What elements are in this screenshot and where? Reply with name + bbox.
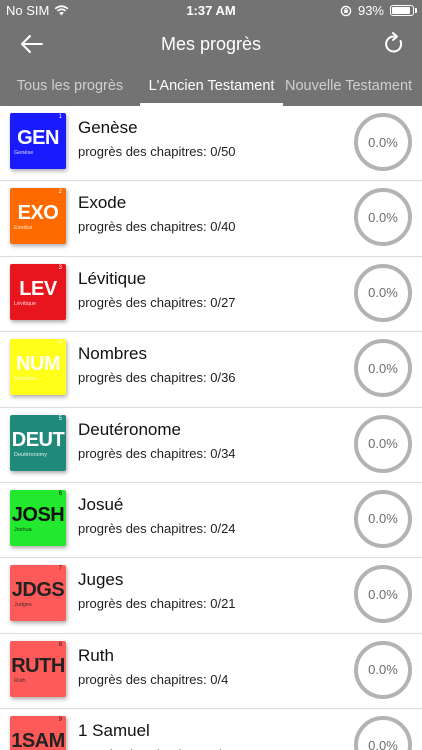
book-abbreviation: EXO: [17, 202, 59, 225]
book-title: Deutéronome: [78, 419, 182, 439]
chapter-progress-label: progrès des chapitres: 0/40: [78, 219, 236, 235]
book-abbreviation: NUM: [15, 353, 61, 376]
progress-circle: 0.0%: [354, 565, 412, 624]
tab-label: Nouvelle Testament: [285, 78, 413, 94]
progress-circle: 0.0%: [354, 263, 412, 322]
progress-circle: 0.0%: [354, 113, 412, 171]
book-row[interactable]: 91SAM1 Samuel1 Samuelprogrès des chapitr…: [0, 709, 422, 750]
chapter-progress-label: progrès des chapitres: 0/24: [78, 520, 236, 536]
book-caption: Nombres: [14, 376, 37, 383]
book-title: Exode: [78, 193, 127, 213]
book-row[interactable]: 8 RUTH Ruth Ruth progrès des chapitres: 0/4 0…: [0, 634, 422, 710]
progress-circle: 0.0%: [354, 489, 412, 548]
battery-percent: 93%: [357, 3, 384, 18]
tab-all-progress[interactable]: Tous les progrès: [0, 66, 140, 106]
book-caption: Lévitique: [14, 300, 37, 307]
page-title: Mes progrès: [160, 34, 262, 54]
book-abbreviation: JOSH: [11, 503, 65, 526]
tab-old-testament[interactable]: L'Ancien Testament: [140, 66, 283, 106]
book-number: 7: [58, 566, 62, 573]
testament-tabs: Tous les progrès L'Ancien Testament Nouv…: [0, 66, 422, 106]
progress-percent: 0.0%: [368, 134, 398, 150]
book-abbreviation: LEV: [19, 277, 57, 300]
progress-percent: 0.0%: [368, 436, 398, 452]
book-cover-icon: 6 JOSH Joshua: [10, 489, 66, 546]
book-abbreviation: DEUT: [11, 428, 65, 451]
book-abbreviation: 1SAM: [11, 730, 65, 750]
status-right: 93%: [340, 3, 417, 18]
book-cover-icon: 2 EXO Exodus: [10, 188, 66, 245]
book-title: Ruth: [78, 645, 114, 665]
book-number: 1: [58, 114, 62, 120]
book-row[interactable]: 1 GEN Genèse Genèse progrès des chapitres: 0…: [0, 106, 422, 182]
status-bar: No SIM 1:37 AM 93%: [0, 0, 422, 22]
book-progress-list[interactable]: 1 GEN Genèse Genèse progrès des chapitres: 0…: [0, 106, 422, 750]
book-abbreviation: JDGS: [11, 579, 65, 602]
chapter-progress-label: progrès des chapitres: 0/34: [78, 445, 236, 461]
progress-percent: 0.0%: [368, 511, 398, 527]
book-abbreviation: RUTH: [11, 654, 65, 677]
book-cover-icon: 7 JDGS Judges: [10, 565, 66, 622]
progress-circle: 0.0%: [354, 716, 412, 750]
book-title: Juges: [78, 570, 124, 590]
progress-percent: 0.0%: [368, 586, 398, 602]
chapter-progress-label: progrès des chapitres: 0/4: [78, 671, 229, 687]
book-number: 9: [58, 717, 62, 724]
book-row[interactable]: 3 LEV Lévitique Lévitique progrès des chapit…: [0, 257, 422, 333]
progress-circle: 0.0%: [354, 188, 412, 247]
tab-label: L'Ancien Testament: [148, 78, 275, 94]
book-cover-icon: 5 DEUT Deutéronomy: [10, 414, 66, 471]
book-abbreviation: GEN: [17, 127, 59, 149]
book-number: 8: [58, 641, 62, 648]
progress-percent: 0.0%: [368, 209, 398, 225]
book-caption: Joshua: [14, 526, 32, 533]
book-row[interactable]: 5 DEUT Deutéronomy Deutéronome progrès des c…: [0, 408, 422, 483]
chapter-progress-label: progrès des chapitres: 0/50: [78, 144, 236, 159]
navigation-bar: Mes progrès: [0, 22, 422, 66]
book-cover-icon: 3 LEV Lévitique: [10, 263, 66, 320]
tab-new-testament[interactable]: Nouvelle Testament: [283, 66, 422, 106]
book-row[interactable]: 6 JOSH Joshua Josué progrès des chapitres: 0…: [0, 483, 422, 559]
book-title: Nombres: [78, 344, 147, 364]
book-row[interactable]: 7 JDGS Judges Juges progrès des chapitres: 0…: [0, 558, 422, 634]
book-caption: Judges: [14, 602, 32, 609]
tab-label: Tous les progrès: [16, 78, 124, 94]
progress-percent: 0.0%: [368, 737, 398, 750]
book-cover-icon: 1 GEN Genèse: [10, 113, 66, 169]
book-number: 3: [58, 264, 62, 271]
book-title: Genèse: [78, 118, 138, 137]
book-caption: Exodus: [14, 225, 33, 232]
orientation-lock-icon: [340, 5, 352, 16]
book-caption: Deutéronomy: [14, 451, 48, 458]
refresh-icon[interactable]: [380, 30, 408, 58]
chapter-progress-label: progrès des chapitres: 0/21: [78, 596, 236, 612]
book-number: 6: [58, 490, 62, 497]
book-cover-icon: 91SAM1 Samuel: [10, 716, 66, 750]
book-row[interactable]: 4 NUM Nombres Nombres progrès des chapitres:…: [0, 332, 422, 408]
progress-circle: 0.0%: [354, 414, 412, 473]
chapter-progress-label: progrès des chapitres: 0/36: [78, 370, 236, 386]
battery-icon: [390, 5, 417, 16]
book-title: 1 Samuel: [78, 721, 150, 741]
book-number: 2: [58, 189, 62, 196]
book-number: 4: [58, 340, 62, 347]
progress-circle: 0.0%: [354, 339, 412, 398]
book-title: Josué: [78, 494, 124, 514]
book-number: 5: [58, 415, 62, 422]
book-caption: Ruth: [14, 677, 26, 684]
chapter-progress-label: progrès des chapitres: 0/27: [78, 294, 236, 310]
progress-percent: 0.0%: [368, 662, 398, 678]
book-cover-icon: 4 NUM Nombres: [10, 339, 66, 396]
book-row[interactable]: 2 EXO Exodus Exode progrès des chapitres: 0/…: [0, 181, 422, 257]
book-caption: Genèse: [14, 150, 34, 156]
progress-circle: 0.0%: [354, 640, 412, 699]
battery-level: [392, 7, 410, 14]
progress-percent: 0.0%: [368, 285, 398, 301]
progress-percent: 0.0%: [368, 360, 398, 376]
book-title: Lévitique: [78, 268, 147, 288]
book-cover-icon: 8 RUTH Ruth: [10, 640, 66, 697]
